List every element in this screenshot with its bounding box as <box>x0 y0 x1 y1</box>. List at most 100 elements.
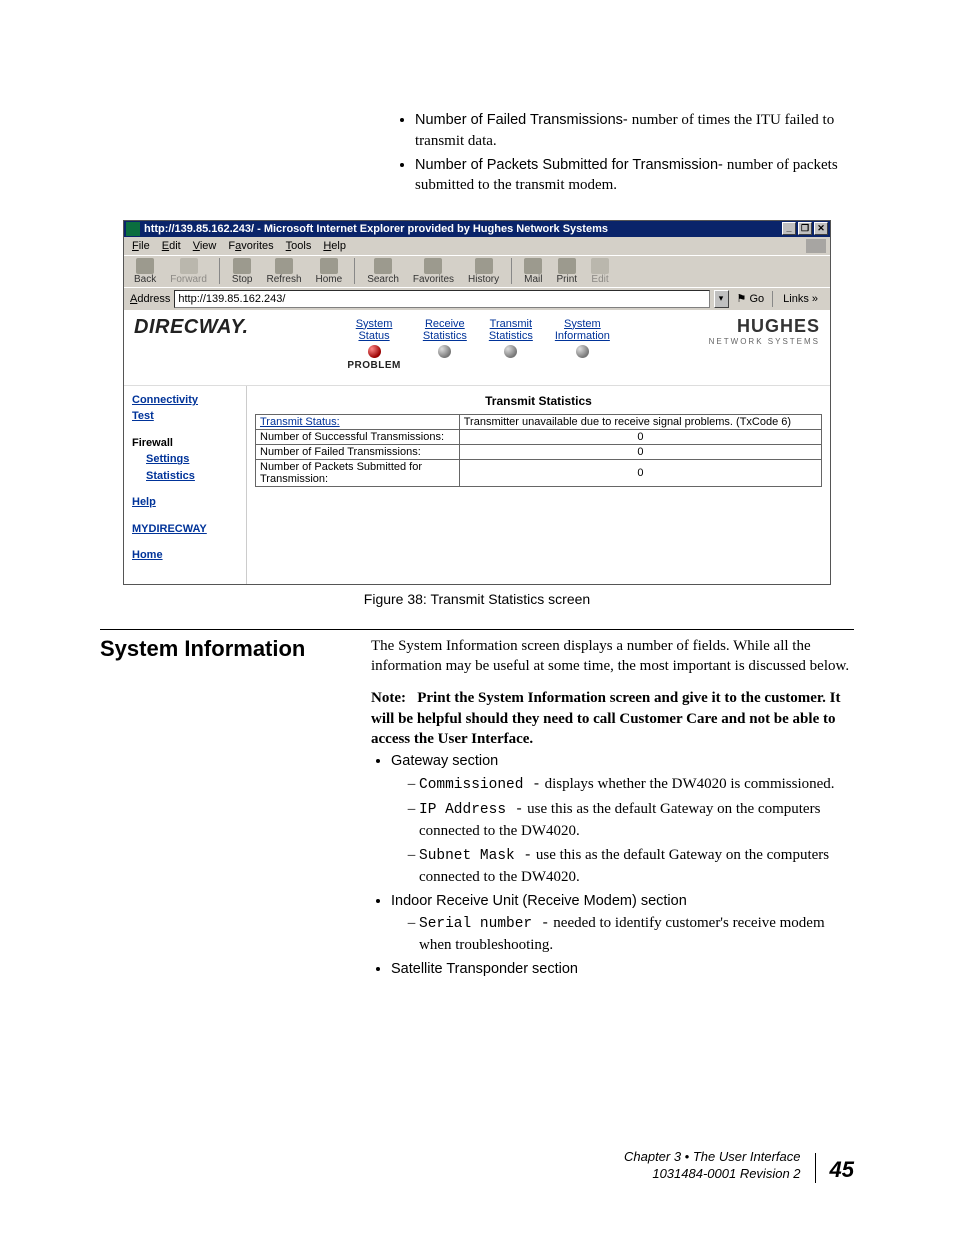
row-value: 0 <box>459 444 821 459</box>
stop-button[interactable]: Stop <box>228 258 257 285</box>
hughes-logo: HUGHES NETWORK SYSTEMS <box>709 316 820 346</box>
forward-button[interactable]: Forward <box>166 258 211 285</box>
table-row: Transmit Status: Transmitter unavailable… <box>256 414 822 429</box>
favorites-button[interactable]: Favorites <box>409 258 458 285</box>
print-button[interactable]: Print <box>552 258 581 285</box>
brand-icon <box>806 239 826 253</box>
refresh-button[interactable]: Refresh <box>263 258 306 285</box>
go-button[interactable]: ⚑ Go <box>733 292 769 305</box>
table-row: Number of Failed Transmissions: 0 <box>256 444 822 459</box>
mail-icon <box>524 258 542 274</box>
edit-button[interactable]: Edit <box>587 258 613 285</box>
sidebar-help[interactable]: Help <box>132 494 240 511</box>
figure-caption: Figure 38: Transmit Statistics screen <box>100 591 854 607</box>
transmit-status-value: Transmitter unavailable due to receive s… <box>459 414 821 429</box>
screenshot-figure: http://139.85.162.243/ - Microsoft Inter… <box>123 220 831 585</box>
bullet-indoor-receive: Indoor Receive Unit (Receive Modem) sect… <box>391 891 854 955</box>
sub-subnet-mask: Subnet Mask - use this as the default Ga… <box>419 845 854 887</box>
transmit-status-link[interactable]: Transmit Status: <box>260 416 340 428</box>
problem-label: PROBLEM <box>347 360 401 371</box>
pane-title: Transmit Statistics <box>255 394 822 408</box>
toolbar-sep <box>219 258 220 284</box>
window-title: http://139.85.162.243/ - Microsoft Inter… <box>144 223 782 235</box>
menu-favorites[interactable]: Favorites <box>228 240 273 252</box>
nav-system-status[interactable]: System Status PROBLEM <box>347 318 401 371</box>
toolbar-sep-3 <box>511 258 512 284</box>
status-red-icon <box>368 345 381 358</box>
footer-chapter: Chapter 3 • The User Interface <box>624 1149 801 1166</box>
address-dropdown-icon[interactable]: ▾ <box>714 290 729 308</box>
links-button[interactable]: Links » <box>777 293 824 305</box>
bullet-packets-term: Number of Packets Submitted for Transmis… <box>415 157 727 173</box>
bullet-satellite: Satellite Transponder section <box>391 959 854 980</box>
menu-tools[interactable]: Tools <box>286 240 312 252</box>
back-button[interactable]: Back <box>130 258 160 285</box>
bullet-failed-term: Number of Failed Transmissions- <box>415 112 632 128</box>
stop-icon <box>233 258 251 274</box>
footer-docnum: 1031484-0001 Revision 2 <box>624 1166 801 1183</box>
address-label: Address <box>130 293 170 305</box>
print-icon <box>558 258 576 274</box>
minimize-button[interactable]: _ <box>782 222 796 235</box>
sidebar-home[interactable]: Home <box>132 547 240 564</box>
sub-serial-number: Serial number - needed to identify custo… <box>419 913 854 955</box>
bullet-failed: Number of Failed Transmissions- number o… <box>415 110 854 151</box>
row-label: Number of Packets Submitted for Transmis… <box>256 459 460 486</box>
favorites-icon <box>424 258 442 274</box>
status-gray-icon-2 <box>504 345 517 358</box>
menu-view[interactable]: View <box>193 240 217 252</box>
page-footer: Chapter 3 • The User Interface 1031484-0… <box>100 1149 854 1183</box>
table-row: Number of Packets Submitted for Transmis… <box>256 459 822 486</box>
search-icon <box>374 258 392 274</box>
edit-icon <box>591 258 609 274</box>
row-value: 0 <box>459 429 821 444</box>
mail-button[interactable]: Mail <box>520 258 546 285</box>
bullet-packets: Number of Packets Submitted for Transmis… <box>415 155 854 196</box>
address-input[interactable]: http://139.85.162.243/ <box>174 290 709 308</box>
menu-file[interactable]: File <box>132 240 150 252</box>
sidebar-connectivity[interactable]: ConnectivityTest <box>132 392 240 425</box>
toolbar: Back Forward Stop Refresh Home Search Fa… <box>124 255 830 287</box>
row-label: Number of Failed Transmissions: <box>256 444 460 459</box>
footer-divider <box>815 1153 816 1183</box>
nav-receive-stats[interactable]: Receive Statistics <box>423 318 467 371</box>
nav-system-info[interactable]: System Information <box>555 318 610 371</box>
home-button[interactable]: Home <box>312 258 347 285</box>
maximize-button[interactable]: ❐ <box>798 222 812 235</box>
bullet-gateway: Gateway section Commissioned - displays … <box>391 751 854 887</box>
menu-edit[interactable]: Edit <box>162 240 181 252</box>
refresh-icon <box>275 258 293 274</box>
history-icon <box>475 258 493 274</box>
menu-help[interactable]: Help <box>323 240 346 252</box>
section-intro: The System Information screen displays a… <box>371 636 854 677</box>
menu-bar: File Edit View Favorites Tools Help <box>124 237 830 255</box>
sub-commissioned: Commissioned - displays whether the DW40… <box>419 774 854 796</box>
address-bar: Address http://139.85.162.243/ ▾ ⚑ Go Li… <box>124 287 830 310</box>
stats-table: Transmit Status: Transmitter unavailable… <box>255 414 822 487</box>
section-heading: System Information <box>100 636 325 662</box>
ie-icon <box>126 222 140 236</box>
back-icon <box>136 258 154 274</box>
sidebar: ConnectivityTest Firewall Settings Stati… <box>124 386 246 584</box>
table-row: Number of Successful Transmissions: 0 <box>256 429 822 444</box>
sub-ip-address: IP Address - use this as the default Gat… <box>419 799 854 841</box>
window-titlebar: http://139.85.162.243/ - Microsoft Inter… <box>124 221 830 237</box>
search-button[interactable]: Search <box>363 258 403 285</box>
row-value: 0 <box>459 459 821 486</box>
page-number: 45 <box>830 1157 854 1183</box>
section-rule <box>100 629 854 630</box>
row-label: Number of Successful Transmissions: <box>256 429 460 444</box>
close-button[interactable]: ✕ <box>814 222 828 235</box>
status-gray-icon-3 <box>576 345 589 358</box>
status-gray-icon <box>438 345 451 358</box>
nav-transmit-stats[interactable]: Transmit Statistics <box>489 318 533 371</box>
home-icon <box>320 258 338 274</box>
toolbar-sep-2 <box>354 258 355 284</box>
forward-icon <box>180 258 198 274</box>
section-note: Note: Print the System Information scree… <box>371 688 854 749</box>
history-button[interactable]: History <box>464 258 503 285</box>
sidebar-settings[interactable]: Settings <box>146 451 240 468</box>
sidebar-firewall: Firewall <box>132 435 240 452</box>
sidebar-mydirecway[interactable]: MYDIRECWAY <box>132 521 240 538</box>
sidebar-statistics[interactable]: Statistics <box>146 468 240 485</box>
